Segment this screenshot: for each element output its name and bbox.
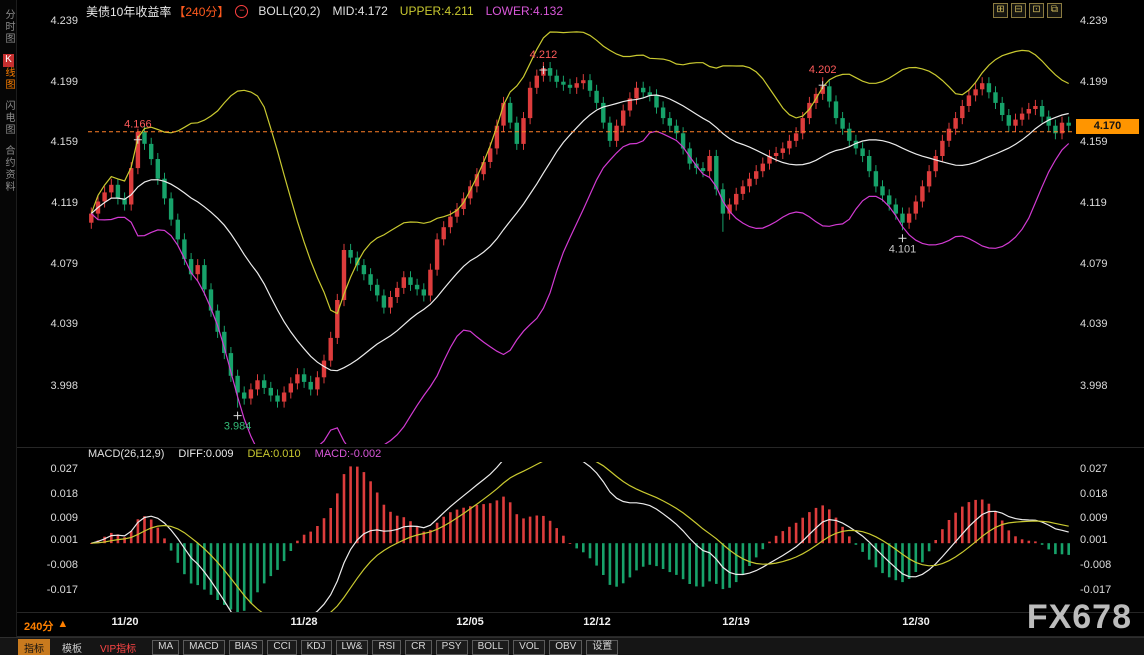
date-axis-label: 11/20 (101, 616, 149, 628)
macd-left-axis: 0.027 0.018 0.009 0.001 -0.008 -0.017 (14, 462, 84, 612)
sidebar-items: 分时图 K线图闪电图合约资料 (0, 9, 16, 193)
macd-dea-value: DEA:0.010 (247, 448, 300, 461)
macd-axis-tick: 0.009 (1080, 511, 1108, 525)
price-axis-tick: 4.239 (1080, 14, 1108, 28)
macd-axis-tick: -0.008 (1080, 558, 1111, 572)
price-annotation: 4.212 (530, 49, 558, 74)
indicator-button-bias[interactable]: BIAS (229, 640, 264, 655)
price-annotation: 4.202 (809, 64, 837, 89)
macd-axis-tick: -0.017 (47, 583, 78, 597)
candlestick-chart[interactable]: 4.166 4.212 4.202 4.101 3.984 (88, 12, 1072, 444)
macd-axis-tick: 0.027 (1080, 462, 1108, 476)
brand-watermark: FX678 (1027, 598, 1132, 637)
svg-text:4.101: 4.101 (889, 243, 917, 255)
tab-templates[interactable]: 模板 (56, 639, 88, 655)
indicator-buttons: MA MACD BIASCCI KDJ LW&RSI CR PSY BOLLVOL OBV 设置 (152, 640, 618, 655)
price-axis-tick: 4.079 (50, 257, 78, 271)
sidebar-item-kline-chart[interactable]: K线图 (2, 54, 14, 91)
macd-label: MACD(26,12,9) (88, 448, 164, 461)
last-price-badge: 4.170 (1076, 119, 1139, 134)
price-axis-tick: 4.159 (50, 135, 78, 149)
sidebar-item-lightning-chart[interactable]: 闪电图 (2, 100, 14, 136)
macd-header: MACD(26,12,9) DIFF:0.009 DEA:0.010 MACD:… (88, 448, 381, 461)
indicator-button-ma[interactable]: MA (152, 640, 179, 655)
svg-text:4.202: 4.202 (809, 64, 837, 76)
price-axis-tick: 4.239 (50, 14, 78, 28)
price-axis-tick: 4.039 (50, 317, 78, 331)
date-axis-label: 12/12 (573, 616, 621, 628)
macd-axis-tick: 0.009 (50, 511, 78, 525)
candles-layer (89, 62, 1071, 408)
bottom-toolbar: 指标模板 VIP指标 MA MACD BIASCCI KDJ LW&RSI CR PSY BOL… (0, 637, 1144, 655)
date-axis: 11/20 11/28 12/05 12/12 12/19 12/30 (88, 616, 1072, 631)
period-selector[interactable]: 240分 ▲ (24, 618, 68, 634)
tab-indicators[interactable]: 指标 (18, 639, 50, 655)
svg-text:4.212: 4.212 (530, 49, 558, 61)
date-axis-label: 12/30 (892, 616, 940, 628)
macd-right-axis: 0.027 0.018 0.009 0.001 -0.008 -0.017 (1078, 462, 1142, 612)
indicator-button-psy[interactable]: PSY (436, 640, 468, 655)
price-axis-tick: 3.998 (50, 379, 78, 393)
indicator-button-cr[interactable]: CR (405, 640, 431, 655)
boll-lower-line (91, 131, 1068, 444)
indicator-button-vol[interactable]: VOL (513, 640, 545, 655)
panel-separator (16, 612, 1144, 613)
boll-upper-line (91, 32, 1068, 314)
macd-hist-value: MACD:-0.002 (315, 448, 382, 461)
macd-chart[interactable] (88, 462, 1072, 612)
macd-axis-tick: 0.018 (50, 487, 78, 501)
price-axis-tick: 4.039 (1080, 317, 1108, 331)
indicator-button-cci[interactable]: CCI (267, 640, 296, 655)
macd-diff-value: DIFF:0.009 (178, 448, 233, 461)
price-axis-tick: 4.199 (50, 75, 78, 89)
period-label: 240分 (24, 618, 53, 634)
bottom-tabs: 指标模板 VIP指标 (18, 639, 142, 655)
price-annotation: 3.984 (224, 412, 252, 433)
date-axis-label: 12/19 (712, 616, 760, 628)
sidebar-item-contract-info[interactable]: 合约资料 (2, 145, 14, 193)
indicator-button-obv[interactable]: OBV (549, 640, 582, 655)
right-price-axis: 4.239 4.199 4.159 4.119 4.079 4.039 3.998 (1078, 12, 1142, 444)
price-axis-tick: 4.159 (1080, 135, 1108, 149)
price-axis-tick: 4.079 (1080, 257, 1108, 271)
indicator-button-rsi[interactable]: RSI (372, 640, 401, 655)
macd-axis-tick: 0.018 (1080, 487, 1108, 501)
price-axis-tick: 4.119 (51, 196, 78, 210)
macd-axis-tick: 0.027 (50, 462, 78, 476)
indicator-button-lw[interactable]: LW& (336, 640, 369, 655)
svg-text:3.984: 3.984 (224, 421, 252, 433)
left-price-axis: 4.239 4.199 4.159 4.119 4.079 4.039 3.998 (14, 12, 84, 444)
date-axis-label: 11/28 (280, 616, 328, 628)
price-axis-tick: 4.119 (1080, 196, 1107, 210)
left-sidebar: 分时图 K线图闪电图合约资料 (0, 0, 17, 637)
up-arrow-icon: ▲ (57, 618, 68, 634)
indicator-button-boll[interactable]: BOLL (472, 640, 510, 655)
price-axis-tick: 4.199 (1080, 75, 1108, 89)
boll-mid-line (91, 95, 1068, 371)
price-axis-tick: 3.998 (1080, 379, 1108, 393)
macd-axis-tick: 0.001 (50, 533, 78, 547)
sidebar-item-time-chart[interactable]: 分时图 (2, 9, 14, 45)
indicator-button-kdj[interactable]: KDJ (301, 640, 332, 655)
settings-button[interactable]: 设置 (586, 640, 618, 655)
indicator-button-macd[interactable]: MACD (183, 640, 224, 655)
macd-histogram-layer (90, 466, 1070, 612)
macd-axis-tick: 0.001 (1080, 533, 1108, 547)
macd-axis-tick: -0.017 (1080, 583, 1111, 597)
svg-text:4.166: 4.166 (124, 119, 152, 131)
app-root: 分时图K线图闪电图合约资料 美债10年收益率 【240分】 − BOLL(20,… (0, 0, 1144, 655)
macd-axis-tick: -0.008 (47, 558, 78, 572)
date-axis-label: 12/05 (446, 616, 494, 628)
tab-vip-indicators[interactable]: VIP指标 (94, 639, 142, 655)
